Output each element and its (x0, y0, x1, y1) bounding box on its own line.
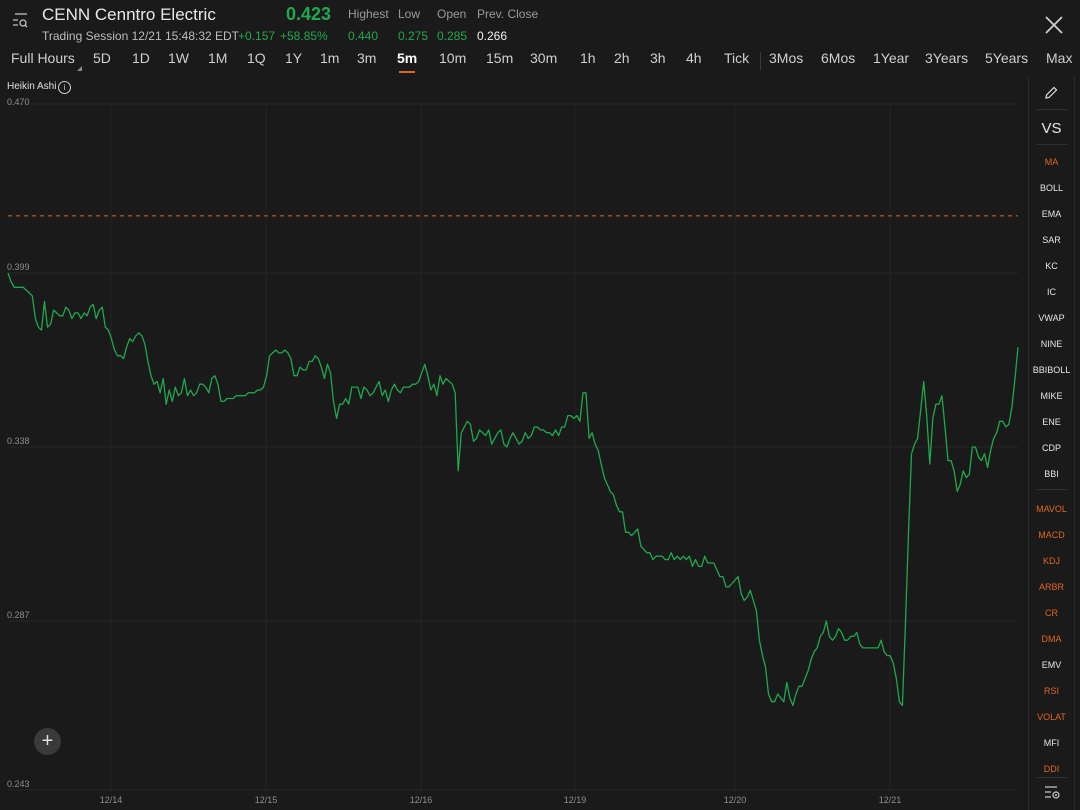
indicator-ma[interactable]: MA (1029, 157, 1074, 167)
tab-full-hours[interactable]: Full Hours (11, 50, 75, 66)
indicator-emv[interactable]: EMV (1029, 660, 1074, 670)
stat-value-open: 0.285 (437, 29, 468, 43)
price-series-line (7, 272, 1019, 707)
pencil-icon[interactable] (1043, 85, 1059, 101)
stock-title: CENN Cenntro Electric (42, 5, 216, 24)
tab-5years[interactable]: 5Years (985, 50, 1028, 66)
indicator-mavol[interactable]: MAVOL (1029, 504, 1074, 514)
tab-3mos[interactable]: 3Mos (769, 50, 803, 66)
menu-search-icon[interactable] (12, 10, 30, 30)
indicator-ddi[interactable]: DDI (1029, 764, 1074, 774)
tab-15m[interactable]: 15m (486, 50, 513, 66)
y-tick-label: 0.399 (7, 262, 30, 272)
tab-30m[interactable]: 30m (530, 50, 557, 66)
indicator-volat[interactable]: VOLAT (1029, 712, 1074, 722)
indicator-mfi[interactable]: MFI (1029, 738, 1074, 748)
indicator-ema[interactable]: EMA (1029, 209, 1074, 219)
y-tick-label: 0.470 (7, 97, 30, 107)
indicator-nine[interactable]: NINE (1029, 339, 1074, 349)
stat-label-prev-close: Prev. Close (477, 7, 539, 21)
indicator-kc[interactable]: KC (1029, 261, 1074, 271)
tab-tick[interactable]: Tick (724, 50, 749, 66)
y-tick-label: 0.287 (7, 610, 30, 620)
full-hours-dropdown-icon[interactable] (77, 66, 82, 71)
indicator-vwap[interactable]: VWAP (1029, 313, 1074, 323)
indicator-cr[interactable]: CR (1029, 608, 1074, 618)
indicator-dma[interactable]: DMA (1029, 634, 1074, 644)
tab-3h[interactable]: 3h (650, 50, 666, 66)
tab-max[interactable]: Max (1046, 50, 1072, 66)
stat-value-low: 0.275 (398, 29, 429, 43)
last-price: 0.423 (286, 4, 332, 24)
indicator-sar[interactable]: SAR (1029, 235, 1074, 245)
indicator-cdp[interactable]: CDP (1029, 443, 1074, 453)
tab-1h[interactable]: 1h (580, 50, 596, 66)
active-tab-indicator (399, 71, 415, 73)
tab-6mos[interactable]: 6Mos (821, 50, 855, 66)
tab-5d[interactable]: 5D (93, 50, 111, 66)
add-button[interactable]: + (34, 728, 61, 755)
close-icon[interactable] (1043, 14, 1065, 36)
chart-type-label[interactable]: Heikin Ashi (7, 81, 56, 92)
indicator-ene[interactable]: ENE (1029, 417, 1074, 427)
tab-3m[interactable]: 3m (357, 50, 376, 66)
indicator-bbiboll[interactable]: BBIBOLL (1029, 365, 1074, 375)
tab-3years[interactable]: 3Years (925, 50, 968, 66)
x-tick-label: 12/15 (255, 795, 278, 805)
stat-value-prev-close: 0.266 (477, 29, 508, 43)
x-tick-label: 12/14 (100, 795, 123, 805)
indicator-boll[interactable]: BOLL (1029, 183, 1074, 193)
indicator-macd[interactable]: MACD (1029, 530, 1074, 540)
indicator-bbi[interactable]: BBI (1029, 469, 1074, 479)
sidebar-divider (1037, 489, 1067, 490)
stat-label-open: Open (437, 7, 467, 21)
price-change-percent: +58.85% (280, 29, 328, 43)
info-icon[interactable]: i (58, 81, 71, 94)
period-tabs: Full Hours 5D 1D 1W 1M 1Q 1Y 1m 3m 5m 10… (0, 50, 1080, 72)
indicator-kdj[interactable]: KDJ (1029, 556, 1074, 566)
y-tick-label: 0.243 (7, 779, 30, 789)
tabs-divider (760, 52, 761, 70)
stat-label-highest: Highest (348, 7, 389, 21)
x-tick-label: 12/16 (410, 795, 433, 805)
indicator-settings-icon[interactable] (1043, 784, 1061, 800)
x-tick-label: 12/20 (724, 795, 747, 805)
vs-button[interactable]: VS (1029, 120, 1074, 137)
indicator-ic[interactable]: IC (1029, 287, 1074, 297)
x-tick-label: 12/21 (879, 795, 902, 805)
tab-1q[interactable]: 1Q (247, 50, 266, 66)
indicator-rsi[interactable]: RSI (1029, 686, 1074, 696)
tab-4h[interactable]: 4h (686, 50, 702, 66)
x-tick-label: 12/19 (564, 795, 587, 805)
tab-10m[interactable]: 10m (439, 50, 466, 66)
indicator-arbr[interactable]: ARBR (1029, 582, 1074, 592)
tab-1d[interactable]: 1D (132, 50, 150, 66)
y-tick-label: 0.338 (7, 436, 30, 446)
stat-value-highest: 0.440 (348, 29, 379, 43)
tab-1m-minute[interactable]: 1m (320, 50, 339, 66)
indicator-mike[interactable]: MIKE (1029, 391, 1074, 401)
tab-1year[interactable]: 1Year (873, 50, 909, 66)
indicator-sidebar: VS MA BOLL EMA SAR KC IC VWAP NINE BBIBOLL MIKE EN… (1028, 77, 1075, 810)
tab-1w[interactable]: 1W (168, 50, 189, 66)
stat-label-low: Low (398, 7, 421, 21)
tab-1m-month[interactable]: 1M (208, 50, 227, 66)
tab-2h[interactable]: 2h (614, 50, 630, 66)
price-change: +0.157 (238, 29, 276, 43)
sidebar-divider (1037, 777, 1067, 778)
tab-1y[interactable]: 1Y (285, 50, 302, 66)
sidebar-divider (1037, 109, 1067, 110)
price-chart[interactable]: 12/14 12/15 12/16 12/19 12/20 12/21 0.470 0.399… (0, 95, 1026, 810)
trading-session: Trading Session 12/21 15:48:32 EDT (42, 29, 240, 43)
sidebar-divider (1037, 144, 1067, 145)
tab-5m[interactable]: 5m (397, 50, 417, 66)
